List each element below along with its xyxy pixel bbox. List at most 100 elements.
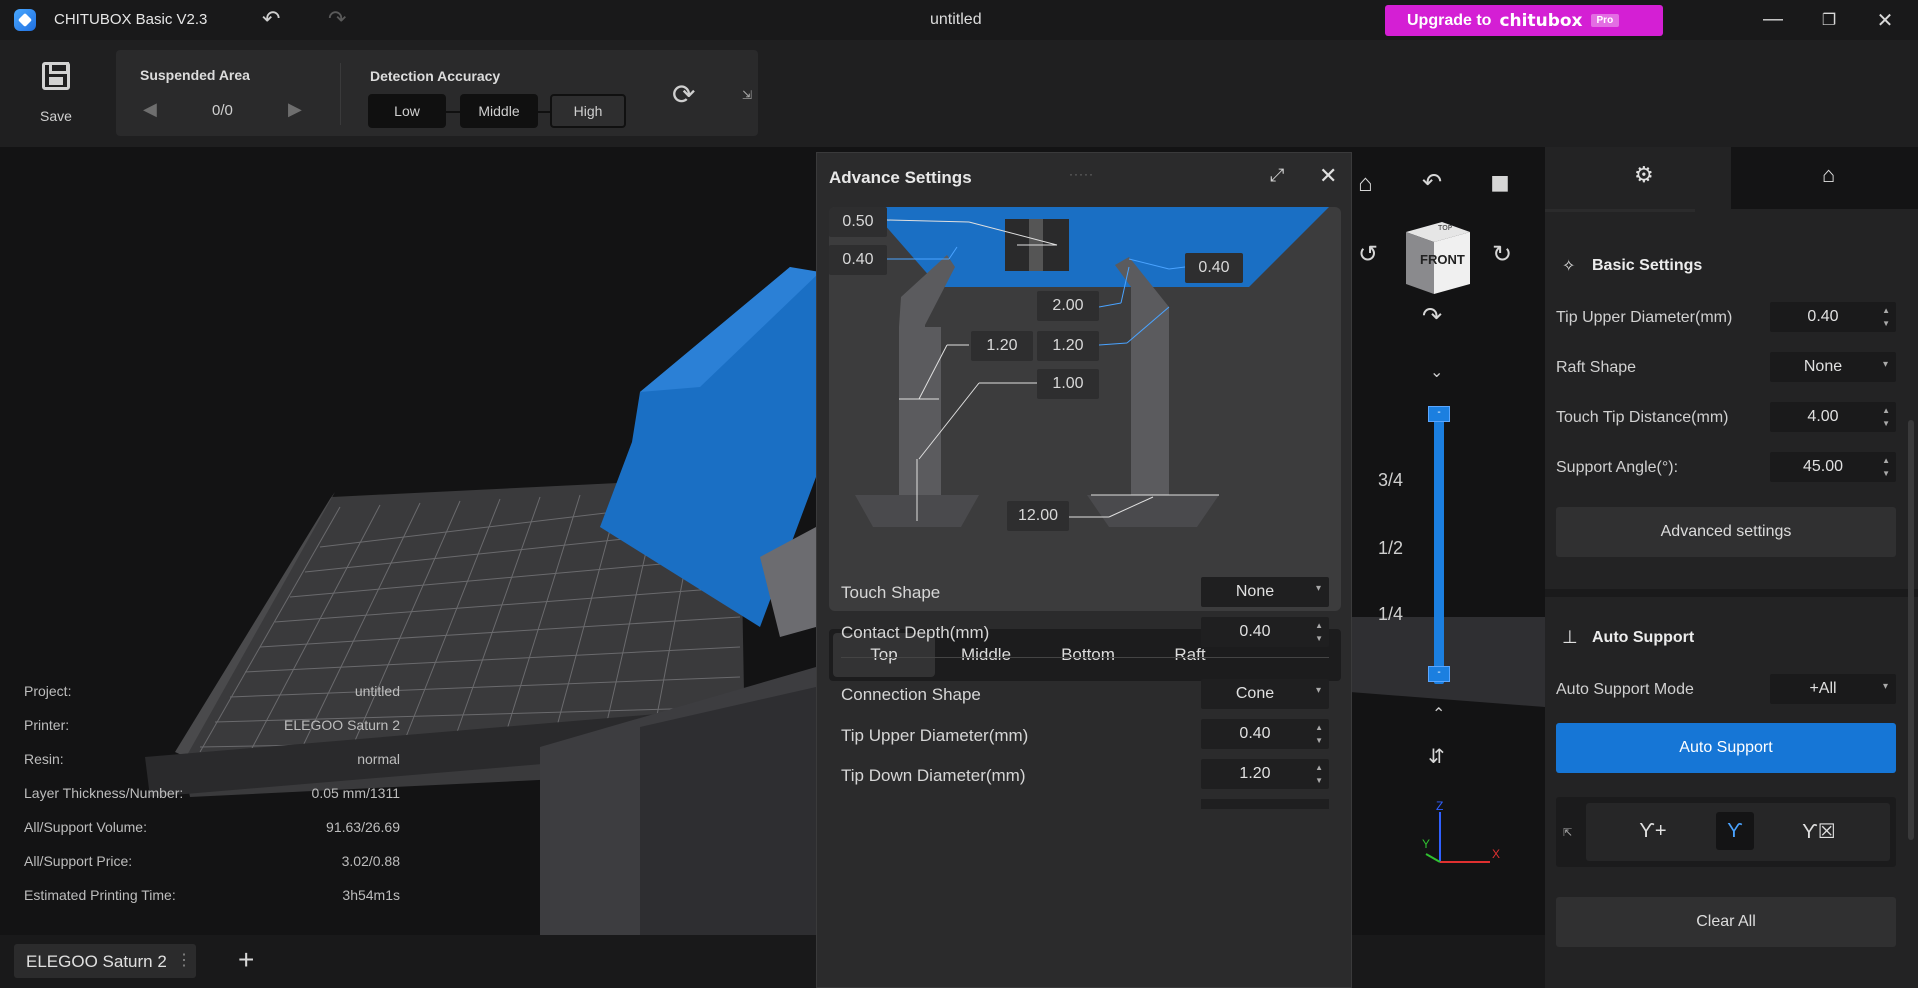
slider-top-handle[interactable]: - xyxy=(1428,406,1450,422)
rp-touch-tip-label: Touch Tip Distance(mm) xyxy=(1556,409,1729,426)
rotate-right-icon[interactable]: ↻ xyxy=(1492,240,1512,269)
prev-suspended-icon[interactable]: ◀ xyxy=(143,99,157,120)
spinner-icon[interactable]: ▲ ▼ xyxy=(1882,454,1890,480)
connection-shape-select[interactable]: Cone ▾ xyxy=(1201,679,1329,709)
view-cube[interactable]: TOP FRONT xyxy=(1402,214,1474,296)
info-resin-key: Resin: xyxy=(24,751,64,767)
slider-bottom-handle[interactable]: - xyxy=(1428,666,1450,682)
upgrade-label: Upgrade to xyxy=(1407,11,1492,29)
support-diagram: 0.50 0.40 0.40 2.00 1.20 1.20 1.00 12.00 xyxy=(829,207,1341,611)
axis-gizmo: Z X Y xyxy=(1422,800,1500,863)
refresh-icon[interactable]: ⟳ xyxy=(672,78,702,110)
printer-tab[interactable]: ELEGOO Saturn 2 xyxy=(14,944,196,978)
chevron-up-icon[interactable]: ⌃ xyxy=(1432,704,1445,724)
add-tab-icon[interactable]: + xyxy=(238,944,254,976)
auto-support-mode-select[interactable]: +All ▾ xyxy=(1770,674,1896,704)
iso-view-icon[interactable]: ◼ xyxy=(1490,168,1510,197)
detection-accuracy-label: Detection Accuracy xyxy=(370,68,501,84)
rp-touch-tip-input[interactable]: 4.00 ▲ ▼ xyxy=(1770,402,1896,432)
tab-bottom[interactable]: Bottom xyxy=(1037,633,1139,677)
rp-support-angle-input[interactable]: 45.00 ▲ ▼ xyxy=(1770,452,1896,482)
layer-slider-track[interactable] xyxy=(1434,412,1444,684)
tip-down-diameter-label: Tip Down Diameter(mm) xyxy=(841,766,1026,785)
advanced-settings-button[interactable]: Advanced settings xyxy=(1556,507,1896,557)
touch-shape-label: Touch Shape xyxy=(841,583,941,602)
support-diagram-graphic xyxy=(855,207,1329,527)
auto-support-title: Auto Support xyxy=(1592,629,1695,646)
upgrade-brand: chitubox xyxy=(1499,10,1583,31)
add-support-icon[interactable]: Ƴ+ xyxy=(1634,812,1672,850)
info-time-key: Estimated Printing Time: xyxy=(24,887,176,903)
minimize-icon[interactable]: — xyxy=(1758,8,1788,32)
delete-support-icon[interactable]: Ƴ☒ xyxy=(1800,812,1838,850)
accuracy-middle-button[interactable]: Middle xyxy=(460,94,538,128)
next-field-partial[interactable] xyxy=(1201,799,1329,809)
spinner-icon[interactable]: ▲ ▼ xyxy=(1315,761,1323,787)
rp-tip-upper-input[interactable]: 0.40 ▲ ▼ xyxy=(1770,302,1896,332)
support-settings-icon[interactable]: ⚙ xyxy=(1634,162,1654,188)
label-body-diameter: 1.00 xyxy=(1037,369,1099,399)
undo-icon[interactable]: ↶ xyxy=(262,6,280,32)
printer-tab-label: ELEGOO Saturn 2 xyxy=(26,952,167,971)
auto-support-icon: ⊥ xyxy=(1562,627,1578,647)
next-suspended-icon[interactable]: ▶ xyxy=(288,99,302,120)
accuracy-high-button[interactable]: High xyxy=(550,94,626,128)
clear-all-button[interactable]: Clear All xyxy=(1556,897,1896,947)
save-icon xyxy=(42,62,70,90)
rotate-left-icon[interactable]: ↺ xyxy=(1358,240,1378,269)
edit-support-icon[interactable]: Ƴ xyxy=(1716,812,1754,850)
label-bottom-diameter: 12.00 xyxy=(1007,501,1069,531)
rp-touch-tip-value: 4.00 xyxy=(1807,408,1839,425)
rotate-down-icon[interactable]: ↷ xyxy=(1422,302,1442,331)
dialog-title: Advance Settings xyxy=(829,168,972,187)
spinner-icon[interactable]: ▲ ▼ xyxy=(1315,721,1323,747)
printer-settings-icon[interactable]: ⌂ xyxy=(1822,162,1835,188)
redo-icon[interactable]: ↷ xyxy=(328,6,346,32)
info-project-key: Project: xyxy=(24,683,72,699)
accuracy-low-button[interactable]: Low xyxy=(368,94,446,128)
restore-icon[interactable]: ❐ xyxy=(1814,10,1844,34)
contact-depth-input[interactable]: 0.40 ▲ ▼ xyxy=(1201,617,1329,647)
basic-settings-title: Basic Settings xyxy=(1592,257,1703,274)
expand-icon[interactable]: ⤢ xyxy=(1270,165,1284,186)
dropdown-caret-icon: ▾ xyxy=(1315,685,1321,696)
label-tip-upper-right: 0.40 xyxy=(1185,253,1243,283)
home-view-icon[interactable]: ⌂ xyxy=(1358,170,1373,198)
document-title: untitled xyxy=(930,11,982,28)
tip-upper-diameter-value: 0.40 xyxy=(1239,725,1271,742)
axis-x-label: X xyxy=(1492,847,1500,861)
label-contact-depth: 0.50 xyxy=(829,207,887,237)
panel-section-divider xyxy=(1545,589,1918,597)
spinner-icon[interactable]: ▲ ▼ xyxy=(1882,404,1890,430)
collapse-icon[interactable]: ⇲ xyxy=(742,88,752,102)
chevron-down-icon[interactable]: ⌄ xyxy=(1430,362,1443,382)
spinner-icon[interactable]: ▲ ▼ xyxy=(1315,619,1323,645)
collapse-tools-icon[interactable]: ⇱ xyxy=(1563,826,1572,839)
contact-depth-label: Contact Depth(mm) xyxy=(841,623,990,642)
close-dialog-icon[interactable]: ✕ xyxy=(1319,163,1337,189)
suspended-area-value: 0/0 xyxy=(212,102,233,119)
right-panel-scrollbar[interactable] xyxy=(1908,420,1914,840)
fit-layers-icon[interactable]: ⇵ xyxy=(1428,744,1445,769)
touch-shape-select[interactable]: None ▾ xyxy=(1201,577,1329,607)
tip-upper-diameter-input[interactable]: 0.40 ▲ ▼ xyxy=(1201,719,1329,749)
chitubox-logo-icon xyxy=(14,9,36,31)
info-time-value: 3h54m1s xyxy=(342,887,400,903)
label-tip-down-left: 1.20 xyxy=(971,331,1033,361)
auto-support-button[interactable]: Auto Support xyxy=(1556,723,1896,773)
app-title: CHITUBOX Basic V2.3 xyxy=(54,11,208,28)
spinner-icon[interactable]: ▲ ▼ xyxy=(1882,304,1890,330)
tab-menu-icon[interactable]: ⋮ xyxy=(176,950,192,970)
pro-badge: Pro xyxy=(1590,14,1620,27)
tip-down-diameter-input[interactable]: 1.20 ▲ ▼ xyxy=(1201,759,1329,789)
upgrade-button[interactable]: Upgrade to chitubox Pro xyxy=(1385,5,1663,36)
rotate-up-icon[interactable]: ↶ xyxy=(1422,168,1442,197)
dropdown-caret-icon: ▾ xyxy=(1882,681,1888,692)
drag-handle-icon[interactable]: ····· xyxy=(1069,167,1094,181)
close-window-icon[interactable]: ✕ xyxy=(1870,8,1900,32)
save-label: Save xyxy=(40,108,72,124)
rp-raft-shape-select[interactable]: None ▾ xyxy=(1770,352,1896,382)
suspended-area-label: Suspended Area xyxy=(140,67,250,83)
save-button[interactable]: Save xyxy=(0,40,110,147)
connection-shape-value: Cone xyxy=(1235,685,1275,702)
